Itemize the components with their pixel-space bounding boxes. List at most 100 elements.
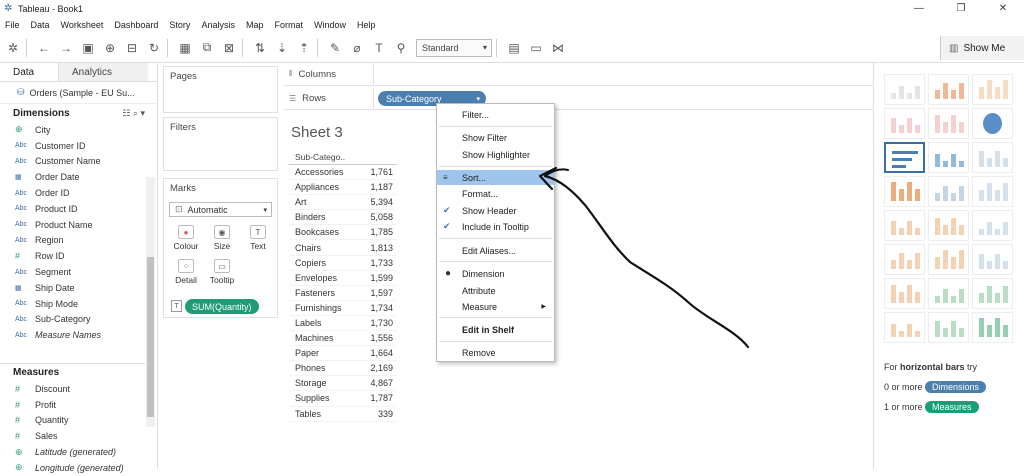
- chart-type-heat-map[interactable]: [928, 74, 969, 105]
- menu-map[interactable]: Map: [246, 20, 264, 30]
- chevron-down-icon[interactable]: ▾: [476, 95, 480, 103]
- dimension-field[interactable]: # Row ID: [0, 248, 157, 264]
- sum-quantity-pill[interactable]: SUM(Quantity): [185, 299, 259, 314]
- detail-button[interactable]: ⁘ Detail: [169, 256, 203, 288]
- cell-value[interactable]: 2,169: [357, 363, 393, 373]
- table-row[interactable]: Appliances 1,187: [289, 180, 397, 196]
- row-header[interactable]: Chairs: [289, 243, 357, 253]
- menu-item-measure[interactable]: Measure ▶: [437, 299, 554, 314]
- row-header[interactable]: Furnishings: [289, 303, 357, 313]
- cell-value[interactable]: 1,664: [357, 348, 393, 358]
- tooltip-button[interactable]: ▭ Tooltip: [205, 256, 239, 288]
- chart-type-dual-lines[interactable]: [972, 210, 1013, 241]
- cell-value[interactable]: 1,734: [357, 303, 393, 313]
- table-row[interactable]: Art 5,394: [289, 195, 397, 211]
- share-icon[interactable]: ⋈: [549, 39, 567, 57]
- close-button[interactable]: ✕: [982, 0, 1024, 17]
- cell-value[interactable]: 1,787: [357, 393, 393, 403]
- cell-value[interactable]: 1,597: [357, 288, 393, 298]
- table-row[interactable]: Machines 1,556: [289, 331, 397, 347]
- scrollbar-thumb[interactable]: [147, 257, 154, 417]
- columns-shelf[interactable]: ⦀ Columns: [284, 63, 873, 86]
- table-row[interactable]: Binders 5,058: [289, 210, 397, 226]
- tab-data[interactable]: Data: [0, 63, 58, 81]
- dimension-field[interactable]: ⊕ City: [0, 122, 157, 138]
- menu-item-show-header[interactable]: ✔ Show Header: [437, 203, 554, 218]
- chart-type-circle-view[interactable]: [928, 176, 969, 207]
- menu-format[interactable]: Format: [274, 20, 303, 30]
- cell-value[interactable]: 1,730: [357, 318, 393, 328]
- dimension-field[interactable]: Abc Customer ID: [0, 138, 157, 154]
- cell-value[interactable]: 1,187: [357, 182, 393, 192]
- menu-dashboard[interactable]: Dashboard: [114, 20, 158, 30]
- new-datasource-icon[interactable]: ⊕: [101, 39, 119, 57]
- menu-item-show-highlighter[interactable]: Show Highlighter: [437, 147, 554, 162]
- table-row[interactable]: Phones 2,169: [289, 361, 397, 377]
- menu-item-format[interactable]: Format...: [437, 186, 554, 201]
- chart-type-lines-continuous[interactable]: [884, 210, 925, 241]
- chart-type-side-by-side-circles[interactable]: [972, 176, 1013, 207]
- save-icon[interactable]: ▣: [79, 39, 97, 57]
- minimize-button[interactable]: —: [898, 0, 940, 17]
- menu-item-dimension[interactable]: ● Dimension: [437, 266, 554, 281]
- chart-type-histogram[interactable]: [928, 278, 969, 309]
- chart-type-stacked-bars[interactable]: [928, 142, 969, 173]
- cell-value[interactable]: 1,733: [357, 258, 393, 268]
- measure-field[interactable]: # Quantity: [0, 413, 145, 429]
- chart-type-pie-chart[interactable]: [972, 108, 1013, 139]
- chart-type-area-discrete[interactable]: [928, 244, 969, 275]
- chart-type-symbol-map[interactable]: [884, 108, 925, 139]
- restore-button[interactable]: ❐: [940, 0, 982, 17]
- colour-button[interactable]: ● Colour: [169, 222, 203, 254]
- row-header[interactable]: Appliances: [289, 182, 357, 192]
- menu-file[interactable]: File: [5, 20, 20, 30]
- menu-item-show-filter[interactable]: Show Filter: [437, 130, 554, 145]
- menu-item-attribute[interactable]: Attribute: [437, 283, 554, 298]
- chart-type-horizontal-bars[interactable]: [884, 142, 925, 173]
- menu-item-include-tooltip[interactable]: ✔ Include in Tooltip: [437, 219, 554, 234]
- table-row[interactable]: Furnishings 1,734: [289, 301, 397, 316]
- cell-value[interactable]: 1,761: [357, 167, 393, 177]
- chart-type-lines-discrete[interactable]: [928, 210, 969, 241]
- row-header[interactable]: Paper: [289, 348, 357, 358]
- chart-type-treemap[interactable]: [884, 176, 925, 207]
- presentation-mode-icon[interactable]: ▭: [527, 39, 545, 57]
- menu-story[interactable]: Story: [169, 20, 190, 30]
- row-header[interactable]: Storage: [289, 378, 357, 388]
- menu-help[interactable]: Help: [357, 20, 376, 30]
- cell-value[interactable]: 1,556: [357, 333, 393, 343]
- dimension-field[interactable]: ▦ Order Date: [0, 169, 157, 185]
- row-header[interactable]: Accessories: [289, 167, 357, 177]
- chart-type-bullet-graph[interactable]: [928, 312, 969, 343]
- clear-sheet-icon[interactable]: ⊠: [220, 39, 238, 57]
- menu-analysis[interactable]: Analysis: [201, 20, 235, 30]
- chart-type-text-table[interactable]: [884, 74, 925, 105]
- measure-field[interactable]: # Discount: [0, 381, 145, 397]
- table-row[interactable]: Tables 339: [289, 407, 397, 422]
- chart-type-box-whisker[interactable]: [972, 278, 1013, 309]
- dimension-field[interactable]: ▦ Ship Date: [0, 280, 157, 296]
- chart-type-area-continuous[interactable]: [884, 244, 925, 275]
- text-button[interactable]: T Text: [241, 222, 275, 254]
- menu-data[interactable]: Data: [31, 20, 50, 30]
- cell-value[interactable]: 4,867: [357, 378, 393, 388]
- tab-analytics[interactable]: Analytics: [58, 63, 148, 81]
- table-row[interactable]: Envelopes 1,599: [289, 271, 397, 286]
- dimension-field[interactable]: Abc Region: [0, 233, 157, 249]
- sort-descending-icon[interactable]: ⇡: [295, 39, 313, 57]
- undo-icon[interactable]: ←: [35, 39, 53, 57]
- tableau-home-icon[interactable]: ✲: [4, 39, 22, 57]
- measure-field[interactable]: ⊕ Longitude (generated): [0, 460, 145, 476]
- row-header[interactable]: Fasteners: [289, 288, 357, 298]
- chart-type-gantt-chart[interactable]: [884, 312, 925, 343]
- table-row[interactable]: Labels 1,730: [289, 316, 397, 332]
- pause-updates-icon[interactable]: ⊟: [123, 39, 141, 57]
- fix-axes-icon[interactable]: ⚲: [392, 39, 410, 57]
- dimension-field[interactable]: Abc Sub-Category: [0, 312, 157, 328]
- cell-value[interactable]: 1,813: [357, 243, 393, 253]
- chart-type-side-by-side-bars[interactable]: [972, 142, 1013, 173]
- data-pane-scrollbar[interactable]: [146, 177, 155, 427]
- cell-value[interactable]: 1,785: [357, 227, 393, 237]
- mark-type-select[interactable]: ⊡ Automatic ▾: [169, 202, 272, 217]
- row-header[interactable]: Binders: [289, 212, 357, 222]
